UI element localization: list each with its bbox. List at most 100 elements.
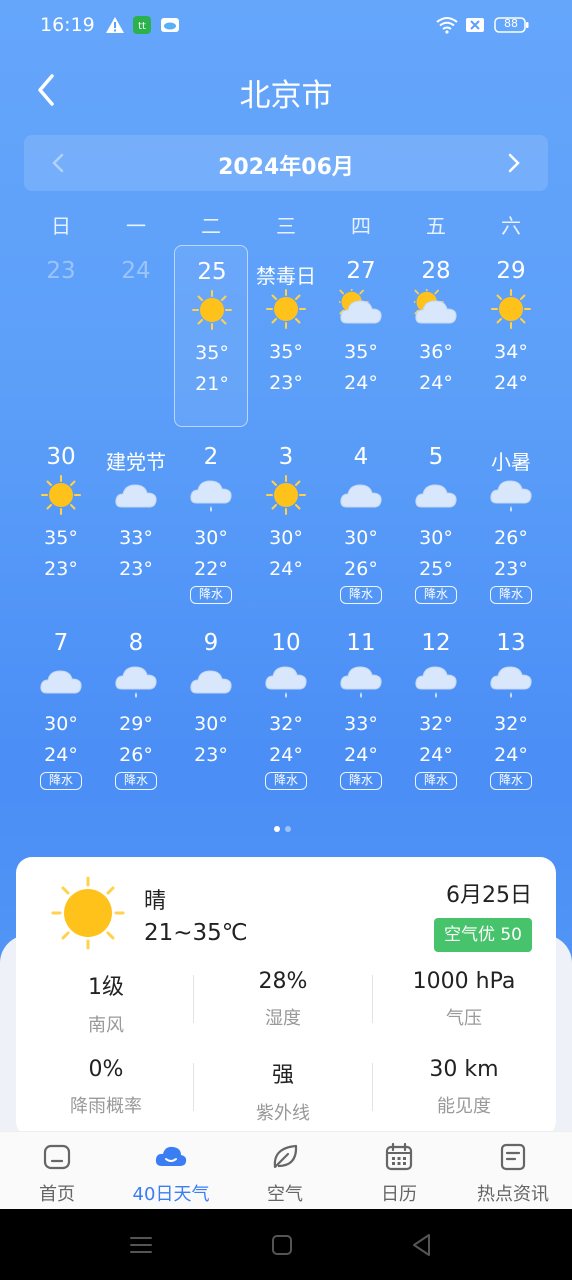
back-nav-button[interactable] — [408, 1231, 436, 1259]
high-temperature: 35° — [269, 341, 303, 363]
weekday-label: 日 — [51, 214, 71, 238]
cloud-icon — [155, 1146, 187, 1166]
calendar-day[interactable]: 3 30° 24° — [249, 431, 323, 613]
high-temperature: 35° — [344, 341, 378, 363]
cloudy-icon — [39, 661, 83, 701]
day-detail-card: 晴 21~35℃ 6月25日 空气优 50 1级 南风 28% 湿度 1000 … — [16, 857, 556, 1137]
low-temperature: 24° — [419, 372, 453, 394]
calendar-icon — [385, 1142, 413, 1171]
news-icon — [500, 1143, 526, 1171]
stat-label: 南风 — [88, 1015, 124, 1036]
precipitation-badge: 降水 — [490, 586, 532, 604]
partly-cloudy-icon — [334, 285, 383, 329]
system-navigation-bar — [0, 1209, 572, 1280]
day-number: 12 — [421, 630, 451, 656]
calendar-day[interactable]: 8 29° 26° 降水 — [99, 617, 173, 799]
calendar-day[interactable]: 小暑 26° 23° 降水 — [474, 431, 548, 613]
air-quality-badge[interactable]: 空气优 50 — [433, 918, 532, 952]
rain-icon — [339, 661, 383, 701]
tab-label: 首页 — [39, 1184, 75, 1205]
low-temperature: 24° — [494, 372, 528, 394]
high-temperature: 35° — [44, 527, 78, 549]
high-temperature: 30° — [44, 713, 78, 735]
calendar-day[interactable]: 28 36° 24° — [399, 245, 473, 427]
calendar-day: 24 — [99, 245, 173, 427]
rain-icon — [114, 661, 158, 701]
calendar-day[interactable]: 27 35° 24° — [324, 245, 398, 427]
home-nav-button[interactable] — [268, 1231, 296, 1259]
header: 北京市 — [0, 60, 572, 120]
rain-icon — [489, 475, 533, 515]
tab-hot-news[interactable]: 热点资讯 — [456, 1132, 570, 1210]
stat-rain-probability: 0% 降雨概率 — [16, 1057, 196, 1118]
calendar-day[interactable]: 7 30° 24° 降水 — [24, 617, 98, 799]
tab-home[interactable]: 首页 — [0, 1132, 114, 1210]
high-temperature: 30° — [419, 527, 453, 549]
low-temperature: 25° — [419, 558, 453, 580]
calendar-day[interactable]: 建党节 33° 23° — [99, 431, 173, 613]
calendar-day[interactable]: 禁毒日 35° 23° — [249, 245, 323, 427]
cloud-app-icon — [159, 14, 181, 36]
month-selector: 2024年06月 — [24, 135, 548, 191]
tab-calendar[interactable]: 日历 — [342, 1132, 456, 1210]
high-temperature: 33° — [344, 713, 378, 735]
tab-40-day-weather[interactable]: 40日天气 — [114, 1132, 228, 1210]
stat-label: 降雨概率 — [70, 1096, 142, 1117]
sunny-icon — [264, 475, 308, 515]
divider — [372, 975, 373, 1023]
calendar-day: 23 — [24, 245, 98, 427]
weekday-header: 日 一 二 三 四 五 六 — [24, 210, 548, 240]
page-indicator — [274, 826, 298, 834]
rain-icon — [264, 661, 308, 701]
stat-label: 能见度 — [437, 1096, 491, 1117]
day-number: 30 — [46, 444, 76, 470]
stat-value: 强 — [271, 1063, 294, 1088]
chevron-right-icon — [508, 153, 520, 173]
page-dot-active — [274, 826, 280, 832]
low-temperature: 24° — [269, 744, 303, 766]
day-number: 8 — [128, 630, 144, 656]
tab-air[interactable]: 空气 — [228, 1132, 342, 1210]
calendar-day[interactable]: 9 30° 23° — [174, 617, 248, 799]
calendar-day[interactable]: 11 33° 24° 降水 — [324, 617, 398, 799]
weekday-label: 五 — [426, 214, 446, 238]
day-number: 9 — [203, 630, 219, 656]
calendar-day[interactable]: 10 32° 24° 降水 — [249, 617, 323, 799]
calendar-day-selected[interactable]: 25 35° 21° — [174, 245, 248, 427]
low-temperature: 23° — [44, 558, 78, 580]
low-temperature: 22° — [194, 558, 228, 580]
day-number: 7 — [53, 630, 69, 656]
high-temperature: 30° — [344, 527, 378, 549]
calendar-day[interactable]: 4 30° 26° 降水 — [324, 431, 398, 613]
calendar-day[interactable]: 30 35° 23° — [24, 431, 98, 613]
high-temperature: 33° — [119, 527, 153, 549]
high-temperature: 34° — [494, 341, 528, 363]
calendar-day[interactable]: 12 32° 24° 降水 — [399, 617, 473, 799]
weekday-label: 四 — [351, 214, 371, 238]
calendar-day[interactable]: 5 30° 25° 降水 — [399, 431, 473, 613]
tab-label: 40日天气 — [132, 1184, 210, 1205]
calendar-day[interactable]: 29 34° 24° — [474, 245, 548, 427]
rain-icon — [189, 475, 233, 515]
day-number: 2 — [203, 444, 219, 470]
precipitation-badge: 降水 — [265, 772, 307, 790]
next-month-button[interactable] — [494, 143, 534, 183]
day-number: 13 — [496, 630, 526, 656]
high-temperature: 26° — [494, 527, 528, 549]
low-temperature: 23° — [194, 744, 228, 766]
stat-label: 气压 — [446, 1008, 482, 1029]
calendar-day[interactable]: 13 32° 24° 降水 — [474, 617, 548, 799]
precipitation-badge: 降水 — [115, 772, 157, 790]
recent-apps-button[interactable] — [127, 1231, 155, 1259]
low-temperature: 23° — [119, 558, 153, 580]
stat-humidity: 28% 湿度 — [193, 969, 373, 1030]
day-number: 5 — [428, 444, 444, 470]
calendar-day[interactable]: 2 30° 22° 降水 — [174, 431, 248, 613]
page-dot — [285, 826, 291, 832]
day-number: 27 — [346, 258, 376, 284]
status-time: 16:19 — [40, 14, 95, 36]
stat-wind: 1级 南风 — [16, 969, 196, 1037]
home-icon — [43, 1144, 71, 1170]
low-temperature: 21° — [195, 373, 229, 395]
high-temperature: 29° — [119, 713, 153, 735]
